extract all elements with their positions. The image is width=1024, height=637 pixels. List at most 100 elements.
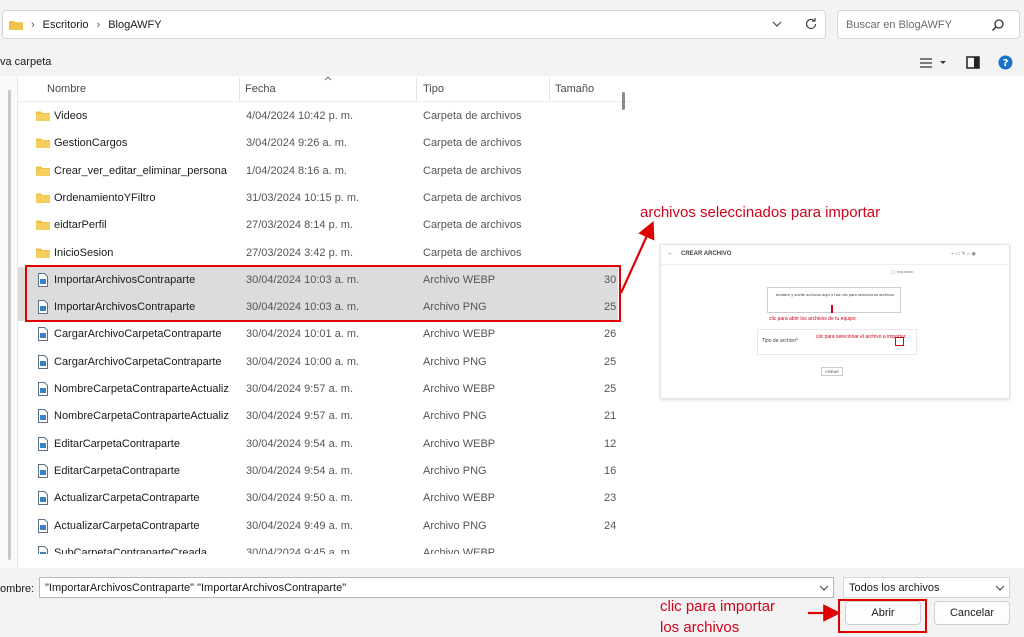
column-header-row: Nombre Fecha Tipo Tamaño [18, 76, 632, 102]
file-row[interactable]: SubCarpetaContraparteCreada 30/04/2024 9:… [18, 540, 618, 554]
file-type: Archivo PNG [423, 355, 487, 368]
file-name: OrdenamientoYFiltro [54, 191, 156, 204]
search-icon[interactable] [991, 18, 1005, 32]
file-name-label: ombre: [0, 583, 35, 595]
column-divider[interactable] [416, 78, 417, 100]
cancel-button[interactable]: Cancelar [934, 601, 1010, 625]
file-type: Carpeta de archivos [423, 137, 522, 150]
file-date: 4/04/2024 10:42 p. m. [246, 110, 354, 122]
help-icon[interactable]: ? [998, 55, 1013, 70]
file-name: GestionCargos [54, 137, 128, 150]
image-file-icon [36, 327, 50, 342]
address-row: › Escritorio › BlogAWFY Buscar en BlogAW… [0, 0, 1024, 50]
thumb-header-icons: ⌁ ▭ ✎ ⌂ ◉ [951, 251, 976, 257]
file-date: 30/04/2024 9:50 a. m. [246, 492, 354, 505]
image-file-icon [36, 409, 50, 424]
thumb-type-label: Tipo de archivo* [762, 338, 798, 344]
column-divider[interactable] [239, 78, 240, 100]
file-type-filter-value: Todos los archivos [849, 582, 940, 594]
folder-icon [9, 20, 23, 30]
file-name: NombreCarpetaContraparteActualiz... [54, 383, 230, 395]
refresh-icon[interactable] [803, 16, 819, 32]
file-date: 27/03/2024 8:14 p. m. [246, 219, 354, 232]
file-date: 31/03/2024 10:15 p. m. [246, 191, 360, 204]
file-row[interactable]: OrdenamientoYFiltro 31/03/2024 10:15 p. m… [18, 185, 618, 212]
svg-text:?: ? [1003, 58, 1009, 69]
chevron-down-icon[interactable] [995, 583, 1005, 593]
file-row[interactable]: EditarCarpetaContraparte 30/04/2024 9:54 … [18, 458, 618, 485]
file-row[interactable]: GestionCargos 3/04/2024 9:26 a. m. Carpeta… [18, 130, 618, 157]
column-type[interactable]: Tipo [423, 83, 444, 95]
file-row[interactable]: eidtarPerfil 27/03/2024 8:14 p. m. Carpeta… [18, 212, 618, 239]
command-bar: va carpeta ? [0, 50, 1024, 76]
file-type: Carpeta de archivos [423, 246, 522, 259]
thumb-drop-zone: Arrastre y suelte archivos aquí o haz cl… [767, 287, 901, 313]
chevron-down-icon[interactable] [771, 18, 783, 30]
file-row[interactable]: ActualizarCarpetaContraparte 30/04/2024 9… [18, 513, 618, 540]
file-type: Carpeta de archivos [423, 110, 522, 122]
breadcrumb-escritorio[interactable]: Escritorio [43, 19, 89, 31]
file-name-input[interactable]: "ImportarArchivosContraparte" "ImportarA… [39, 577, 834, 598]
preview-pane-icon[interactable] [966, 56, 980, 69]
breadcrumb-separator: › [96, 18, 101, 31]
image-file-icon [36, 463, 50, 478]
file-name: ActualizarCarpetaContraparte [54, 519, 200, 532]
sort-caret-icon [324, 76, 332, 81]
file-date: 30/04/2024 9:49 a. m. [246, 519, 354, 532]
new-folder-button[interactable]: va carpeta [0, 56, 51, 68]
file-row[interactable]: Videos 4/04/2024 10:42 p. m. Carpeta de ar… [18, 103, 618, 130]
thumb-type-row: Tipo de archivo* clic para selecionar el… [757, 329, 917, 355]
column-size[interactable]: Tamaño [555, 83, 594, 95]
file-row[interactable]: EditarCarpetaContraparte 30/04/2024 9:54 … [18, 431, 618, 458]
thumb-back-icon: ← [667, 250, 674, 257]
navigation-pane[interactable] [0, 76, 18, 568]
chevron-down-icon[interactable] [819, 583, 829, 593]
file-row[interactable]: NombreCarpetaContraparteActualiz... 30/04… [18, 376, 618, 403]
column-date[interactable]: Fecha [245, 83, 276, 95]
navigation-scrollbar[interactable] [8, 90, 11, 560]
address-bar[interactable]: › Escritorio › BlogAWFY [2, 10, 826, 39]
file-name: CargarArchivoCarpetaContraparte [54, 355, 222, 368]
file-row[interactable]: ActualizarCarpetaContraparte 30/04/2024 9… [18, 485, 618, 512]
file-type: Archivo WEBP [423, 328, 496, 341]
file-date: 30/04/2024 9:45 a. m. [246, 546, 354, 554]
folder-icon [36, 136, 50, 150]
file-type: Carpeta de archivos [423, 191, 522, 204]
image-file-icon [36, 518, 50, 533]
breadcrumb-blogawfy[interactable]: BlogAWFY [108, 19, 161, 31]
file-type: Archivo PNG [423, 464, 487, 477]
file-name: Crear_ver_editar_eliminar_persona [54, 164, 228, 177]
file-type-filter[interactable]: Todos los archivos [843, 577, 1010, 598]
file-row[interactable]: NombreCarpetaContraparteActualiz... 30/04… [18, 403, 618, 430]
file-name-value: "ImportarArchivosContraparte" "ImportarA… [45, 582, 347, 594]
folder-icon [36, 191, 50, 205]
annotation-import-line: los archivos [660, 619, 740, 636]
image-file-icon [36, 436, 50, 451]
file-row[interactable]: InicioSesion 27/03/2024 3:42 p. m. Carpeta… [18, 240, 618, 267]
file-size: 12 [604, 437, 617, 450]
file-name: eidtarPerfil [54, 219, 107, 232]
search-input[interactable]: Buscar en BlogAWFY [837, 10, 1020, 39]
column-divider[interactable] [549, 78, 550, 100]
file-name: ActualizarCarpetaContraparte [54, 492, 200, 505]
file-name: Videos [54, 110, 88, 122]
file-type: Archivo WEBP [423, 492, 496, 505]
view-menu-icon[interactable] [918, 56, 950, 70]
column-name[interactable]: Nombre [47, 83, 86, 95]
file-type: Archivo PNG [423, 410, 487, 423]
file-date: 30/04/2024 9:57 a. m. [246, 383, 354, 395]
search-placeholder: Buscar en BlogAWFY [846, 19, 952, 31]
horizontal-scroll-area[interactable] [18, 554, 632, 568]
folder-icon [36, 246, 50, 260]
preview-pane: archivos seleccinados para importar ← CR… [632, 76, 1024, 568]
file-name: EditarCarpetaContraparte [54, 437, 180, 450]
image-file-icon [36, 545, 50, 554]
file-row[interactable]: CargarArchivoCarpetaContraparte 30/04/202… [18, 349, 618, 376]
file-row[interactable]: CargarArchivoCarpetaContraparte 30/04/202… [18, 321, 618, 348]
thumb-select-box [895, 337, 904, 346]
file-size: 21 [604, 410, 617, 423]
file-size: 16 [604, 464, 617, 477]
file-list-scrollbar[interactable] [622, 92, 625, 110]
file-date: 30/04/2024 9:54 a. m. [246, 437, 354, 450]
file-row[interactable]: Crear_ver_editar_eliminar_persona 1/04/20… [18, 158, 618, 185]
